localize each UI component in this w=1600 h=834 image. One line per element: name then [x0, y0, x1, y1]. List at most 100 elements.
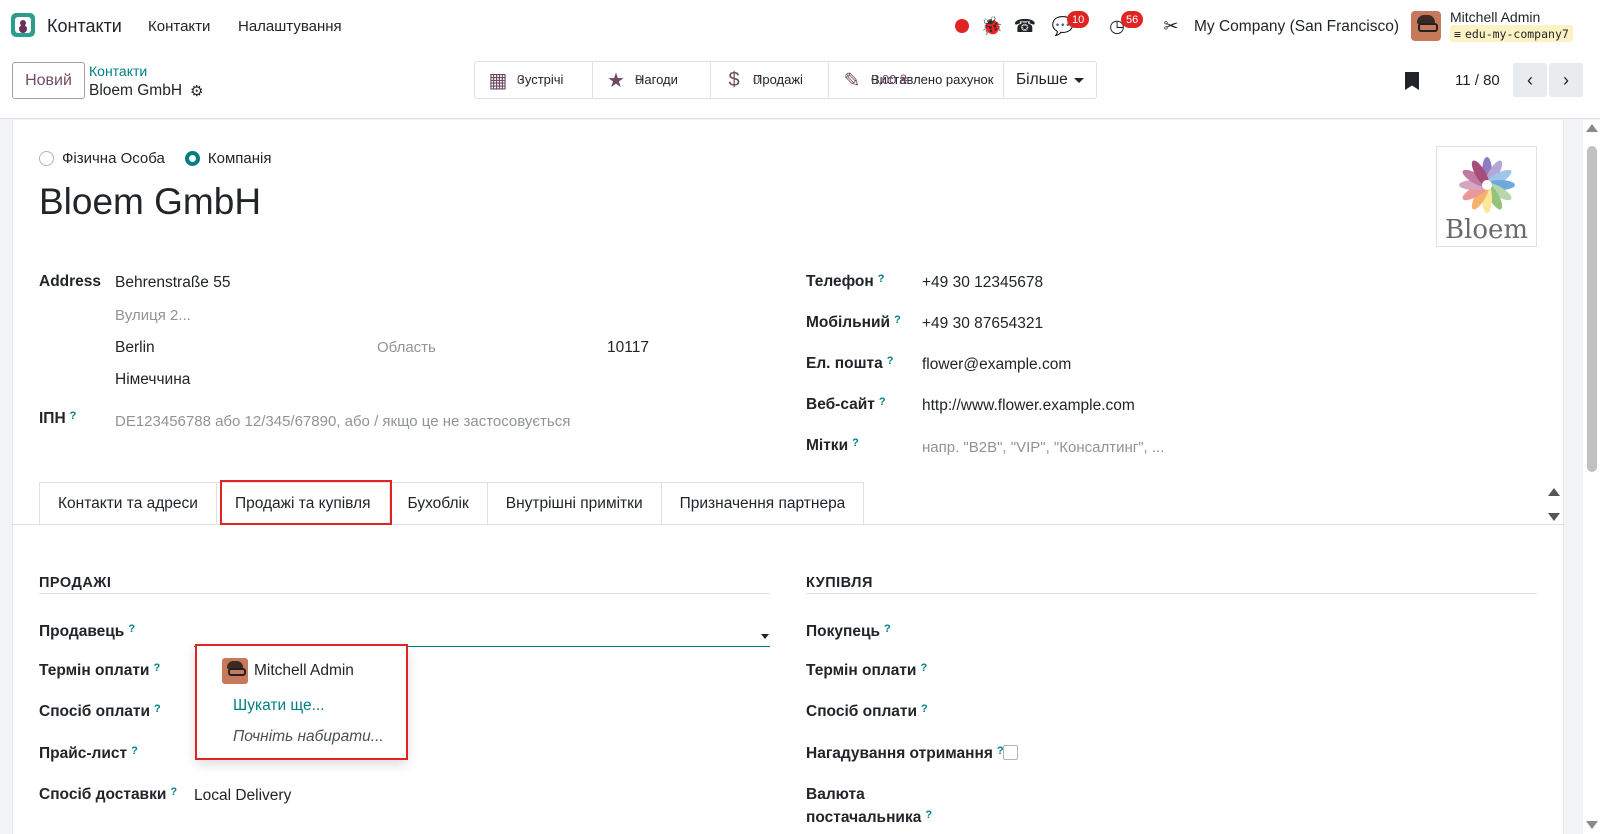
divider: [0, 118, 1600, 119]
buyer-label-text: Покупець: [806, 623, 881, 640]
help-icon[interactable]: ?: [70, 410, 77, 422]
tags-label: Мітки?: [806, 437, 859, 455]
scroll-up-icon[interactable]: [1586, 124, 1598, 132]
radio-company[interactable]: [184, 151, 200, 166]
radio-company-label[interactable]: Компанія: [208, 150, 272, 167]
dollar-icon: $: [728, 68, 740, 91]
smart-button-value: 0,00 ₴: [871, 72, 908, 87]
vat-field[interactable]: DE123456788 або 12/345/67890, або / якщо…: [115, 413, 570, 430]
pricelist-label-text: Прайс-лист: [39, 745, 128, 762]
buyer-label: Покупець?: [806, 623, 891, 641]
highlight-dropdown-box: [195, 644, 408, 760]
user-name[interactable]: Mitchell Admin: [1450, 9, 1540, 25]
city-field[interactable]: Berlin: [115, 339, 155, 357]
vat-label: ІПН?: [39, 410, 76, 428]
app-name[interactable]: Контакти: [47, 16, 122, 37]
phone-icon[interactable]: ☎: [1014, 15, 1036, 37]
street-field[interactable]: Behrenstraße 55: [115, 274, 230, 292]
logo-text: Bloem: [1444, 215, 1529, 245]
help-icon[interactable]: ?: [131, 745, 138, 757]
street2-field[interactable]: Вулиця 2...: [115, 307, 191, 324]
tab-partner-assignment[interactable]: Призначення партнера: [660, 482, 865, 525]
phone-label: Телефон?: [806, 273, 885, 291]
pricelist-label: Прайс-лист?: [39, 745, 138, 763]
bug-icon[interactable]: 🐞: [981, 15, 1003, 37]
arrow-down-icon[interactable]: [1548, 513, 1560, 521]
receipt-reminder-checkbox[interactable]: [1003, 745, 1018, 760]
help-icon[interactable]: ?: [925, 809, 932, 821]
company-switcher[interactable]: My Company (San Francisco): [1194, 18, 1399, 36]
menu-settings[interactable]: Налаштування: [238, 18, 342, 35]
email-label: Ел. пошта?: [806, 355, 894, 373]
pager-next-button[interactable]: ›: [1549, 63, 1583, 97]
help-icon[interactable]: ?: [852, 437, 859, 449]
tab-contacts-addresses[interactable]: Контакти та адреси: [39, 482, 216, 525]
new-button[interactable]: Новий: [12, 62, 85, 99]
radio-individual[interactable]: [39, 151, 54, 166]
tags-field[interactable]: напр. "B2B", "VIP", "Консалтинг", ...: [922, 439, 1164, 456]
tools-icon[interactable]: ✂: [1160, 15, 1182, 37]
help-icon[interactable]: ?: [920, 662, 927, 674]
website-field[interactable]: http://www.flower.example.com: [922, 397, 1135, 415]
pager-value[interactable]: 11 / 80: [1455, 72, 1500, 89]
more-dropdown[interactable]: Більше: [1004, 62, 1096, 98]
invoice-icon: ✎: [843, 69, 861, 92]
smart-buttons: ▦ Зустрічі 0 ★ Нагоди 0 $ Продажі 0 ✎ Виста…: [474, 61, 1097, 99]
partner-name[interactable]: Bloem GmbH: [39, 181, 261, 223]
tab-internal-notes[interactable]: Внутрішні примітки: [486, 482, 661, 525]
chevron-left-icon: ‹: [1527, 69, 1533, 90]
gear-icon[interactable]: ⚙: [190, 82, 203, 100]
radio-individual-label[interactable]: Фізична Особа: [62, 150, 165, 167]
state-field[interactable]: Область: [377, 339, 436, 356]
mobile-label: Мобільний?: [806, 314, 901, 332]
phone-field[interactable]: +49 30 12345678: [922, 274, 1043, 292]
country-field[interactable]: Німеччина: [115, 371, 190, 389]
help-icon[interactable]: ?: [878, 273, 885, 285]
help-icon[interactable]: ?: [153, 662, 160, 674]
breadcrumb-current: Bloem GmbH ⚙: [89, 82, 203, 100]
bookmark-icon[interactable]: [1405, 72, 1419, 90]
delivery-method-label-text: Спосіб доставки: [39, 786, 167, 803]
mobile-field[interactable]: +49 30 87654321: [922, 315, 1043, 333]
smart-button-meetings[interactable]: ▦ Зустрічі 0: [475, 62, 593, 98]
help-icon[interactable]: ?: [887, 355, 894, 367]
contacts-app-icon[interactable]: [11, 13, 35, 37]
email-field[interactable]: flower@example.com: [922, 356, 1071, 374]
vendor-currency-label-line1: Валюта: [806, 786, 865, 803]
help-icon[interactable]: ?: [921, 703, 928, 715]
sales-section-title: ПРОДАЖІ: [39, 575, 112, 591]
smart-button-opportunities[interactable]: ★ Нагоди 0: [593, 62, 711, 98]
help-icon[interactable]: ?: [879, 396, 886, 408]
vendor-currency-label-line2: постачальника?: [806, 809, 932, 827]
menu-contacts[interactable]: Контакти: [148, 18, 210, 35]
help-icon[interactable]: ?: [884, 623, 891, 635]
sales-payment-terms-text: Термін оплати: [39, 662, 150, 679]
recording-icon[interactable]: [951, 15, 973, 37]
partner-logo[interactable]: Bloem: [1436, 146, 1537, 247]
notebook-tabs: Контакти та адреси Продажі та купівля Бу…: [39, 482, 865, 525]
caret-down-icon[interactable]: [761, 634, 769, 639]
receipt-reminder-text: Нагадування отримання: [806, 745, 993, 762]
pager-previous-button[interactable]: ‹: [1513, 63, 1547, 97]
mobile-label-text: Мобільний: [806, 314, 891, 331]
smart-button-value: 0: [753, 72, 761, 87]
tags-label-text: Мітки: [806, 437, 849, 454]
help-icon[interactable]: ?: [128, 623, 135, 635]
breadcrumb-parent[interactable]: Контакти: [89, 63, 147, 79]
scrollbar-thumb[interactable]: [1587, 146, 1597, 472]
help-icon[interactable]: ?: [894, 314, 901, 326]
tab-accounting[interactable]: Бухоблік: [388, 482, 487, 525]
help-icon[interactable]: ?: [170, 786, 177, 798]
sales-section-rule: [39, 593, 770, 594]
user-avatar[interactable]: [1411, 11, 1441, 41]
purchase-section-rule: [806, 593, 1537, 594]
arrow-up-icon[interactable]: [1548, 488, 1560, 496]
help-icon[interactable]: ?: [154, 703, 161, 715]
smart-button-sales[interactable]: $ Продажі 0: [711, 62, 829, 98]
delivery-method-field[interactable]: Local Delivery: [194, 787, 291, 805]
zip-field[interactable]: 10117: [607, 339, 649, 357]
receipt-reminder-label: Нагадування отримання?: [806, 745, 1004, 763]
smart-button-invoiced[interactable]: ✎ Виставлено рахунок 0,00 ₴: [829, 62, 1004, 98]
scroll-down-icon[interactable]: [1586, 821, 1598, 829]
chat-badge: 10: [1067, 11, 1090, 28]
